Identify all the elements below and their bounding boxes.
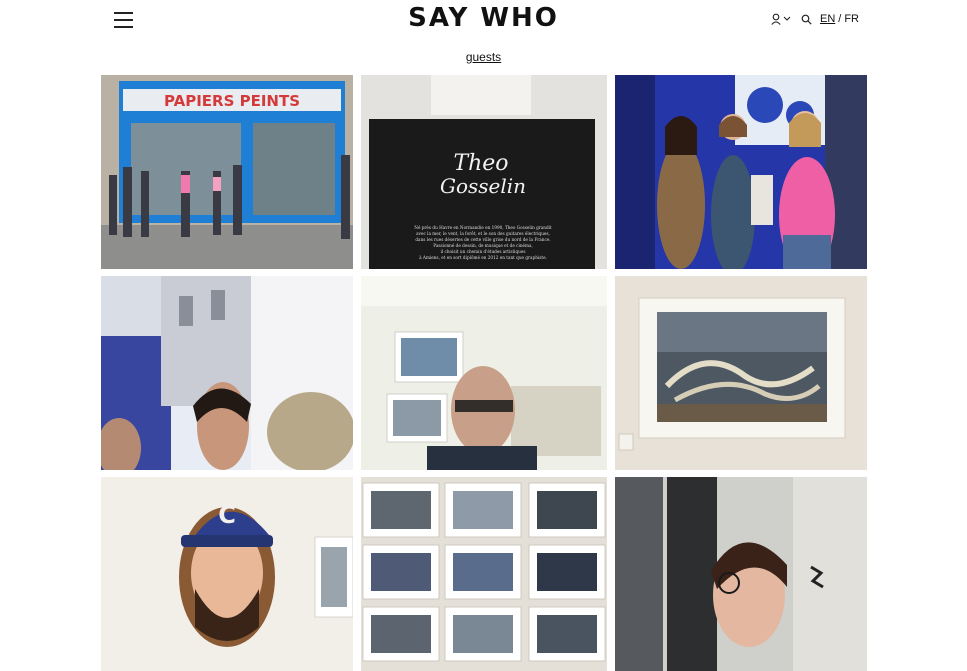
sign-caption-line: à Amiens, et en sort diplômé en 2012 en … bbox=[419, 255, 547, 260]
sign-name-line1: Theo bbox=[453, 151, 508, 176]
gallery-photo[interactable] bbox=[361, 276, 607, 470]
sign-caption-line: Passionné de dessin, de musique et de ci… bbox=[433, 243, 533, 248]
bearded-man-photo: C bbox=[101, 477, 353, 671]
user-icon[interactable] bbox=[771, 13, 793, 25]
three-women-photo bbox=[615, 75, 867, 269]
sign-caption-line: il choisit un chemin d'études artistique… bbox=[440, 249, 525, 254]
sign-caption-line: Né près du Havre en Normandie en 1990, T… bbox=[414, 225, 552, 230]
search-icon[interactable] bbox=[801, 14, 812, 25]
language-switcher: EN / FR bbox=[820, 13, 859, 25]
sign-caption-line: avec la mer, le vent, la forêt, et le so… bbox=[416, 231, 550, 236]
sign-photo: Theo Gosselin Né près du Havre en Norman… bbox=[361, 75, 607, 269]
lang-separator: / bbox=[838, 13, 842, 25]
header-actions: EN / FR bbox=[771, 13, 859, 25]
sign-caption-line: dans les rues désertes de cette ville gr… bbox=[415, 237, 550, 242]
gallery-photo[interactable]: Theo Gosselin Né près du Havre en Norman… bbox=[361, 75, 607, 269]
framed-artwork-photo bbox=[615, 276, 867, 470]
profile-portrait-photo bbox=[615, 477, 867, 671]
storefront-photo: PAPIERS PEINTS bbox=[101, 75, 353, 269]
subnav: guests bbox=[0, 50, 967, 64]
cap-logo-letter: C bbox=[218, 501, 236, 529]
sign-name-line2: Gosselin bbox=[440, 174, 526, 198]
photo-gallery: PAPIERS PEINTS Theo Gosselin Né près du … bbox=[101, 75, 867, 671]
storefront-sign: PAPIERS PEINTS bbox=[164, 92, 300, 110]
photo-wall-photo bbox=[361, 477, 607, 671]
gallery-photo[interactable] bbox=[615, 477, 867, 671]
gallery-photo[interactable] bbox=[615, 75, 867, 269]
man-glasses-photo bbox=[361, 276, 607, 470]
gallery-photo[interactable]: PAPIERS PEINTS bbox=[101, 75, 353, 269]
gallery-photo[interactable] bbox=[101, 276, 353, 470]
gallery-photo[interactable] bbox=[361, 477, 607, 671]
gallery-photo[interactable]: C bbox=[101, 477, 353, 671]
site-header: SAY WHO EN / FR guests bbox=[0, 0, 967, 74]
gallery-photo[interactable] bbox=[615, 276, 867, 470]
guests-link[interactable]: guests bbox=[466, 50, 501, 64]
conversation-photo bbox=[101, 276, 353, 470]
lang-en-link[interactable]: EN bbox=[820, 13, 835, 25]
lang-fr-link[interactable]: FR bbox=[844, 13, 859, 25]
